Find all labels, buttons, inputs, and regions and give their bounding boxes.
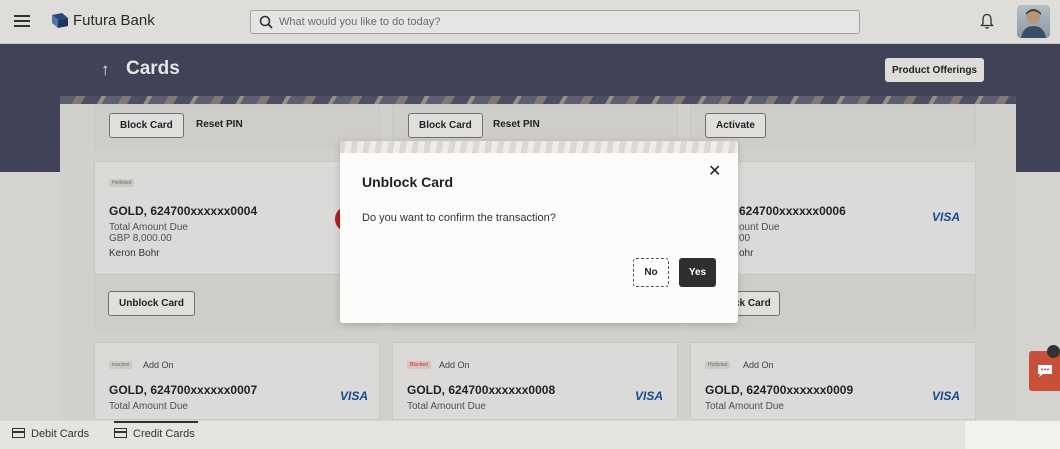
close-icon[interactable]: ✕	[708, 161, 721, 181]
active-tab-indicator	[114, 421, 198, 423]
dialog-header-pattern	[340, 141, 738, 153]
tab-label: Credit Cards	[133, 428, 195, 440]
chat-notification-badge	[1047, 345, 1060, 358]
tab-credit-cards[interactable]: Credit Cards	[114, 428, 195, 440]
tab-debit-cards[interactable]: Debit Cards	[12, 428, 89, 440]
yes-button[interactable]: Yes	[679, 258, 716, 287]
card-icon	[12, 428, 25, 438]
unblock-card-dialog: Unblock Card ✕ Do you want to confirm th…	[340, 141, 738, 323]
no-button[interactable]: No	[633, 258, 669, 287]
chat-bubble-icon	[1038, 365, 1052, 377]
chat-button[interactable]	[1029, 345, 1060, 391]
tab-label: Debit Cards	[31, 428, 90, 440]
card-icon	[114, 428, 127, 438]
dialog-title: Unblock Card	[362, 174, 454, 190]
dialog-message: Do you want to confirm the transaction?	[362, 212, 556, 224]
card-type-tabs: Debit Cards Credit Cards	[0, 420, 1060, 449]
